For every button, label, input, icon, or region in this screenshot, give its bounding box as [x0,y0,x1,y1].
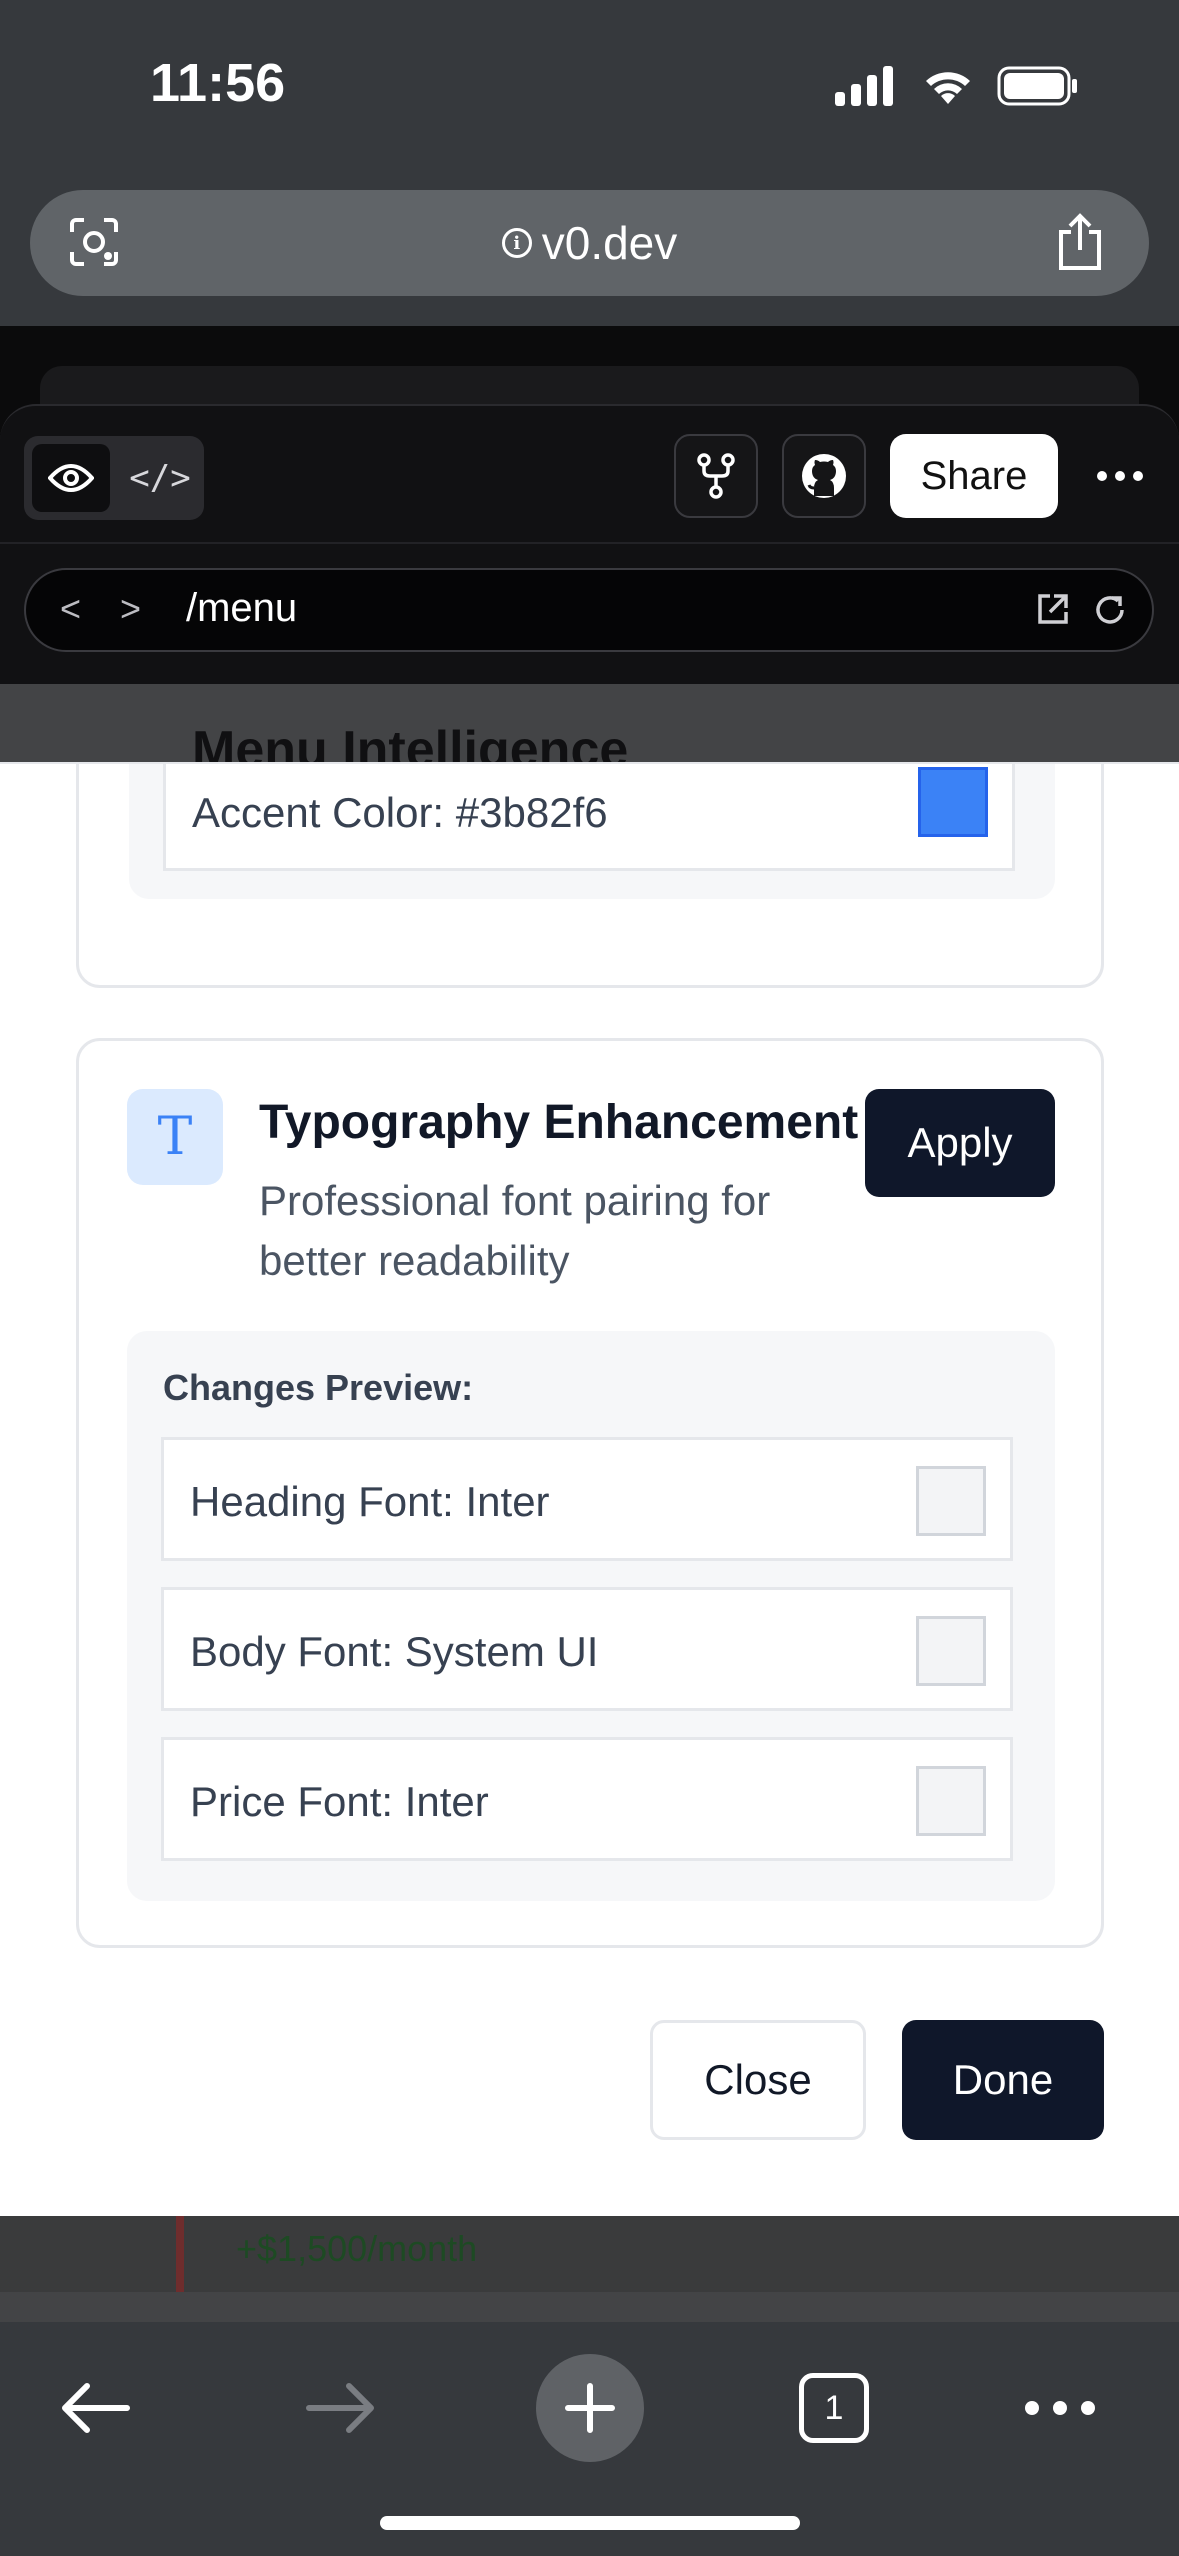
share-button[interactable]: Share [890,434,1058,518]
accent-color-label: Accent Color: #3b82f6 [192,789,608,836]
suggestions-modal: Accent Color: #3b82f6 T Typography Enhan… [0,762,1179,2216]
view-toggle: </> [24,436,204,520]
more-options-icon[interactable] [1080,434,1160,518]
list-item: Body Font: System UI [161,1587,1013,1711]
eye-icon [48,464,94,492]
background-row [0,2216,1179,2292]
done-button[interactable]: Done [902,2020,1104,2140]
more-menu-button[interactable] [1020,2358,1100,2458]
typography-card: T Typography Enhancement Professional fo… [76,1038,1104,1948]
git-fork-icon [697,453,735,499]
arrow-right-icon [306,2383,374,2433]
reload-icon[interactable] [1092,592,1128,628]
route-forward-icon[interactable]: > [120,588,141,630]
github-button[interactable] [782,434,866,518]
forward-button[interactable] [296,2358,386,2458]
route-bar: < > /menu [24,568,1154,652]
card-description: Professional font pairing for better rea… [259,1177,771,1284]
font-swatch [916,1766,986,1836]
accent-color-swatch [918,767,988,837]
info-icon[interactable]: i [501,228,532,258]
changes-preview: Changes Preview: Heading Font: Inter Bod… [127,1331,1055,1901]
home-indicator [380,2516,800,2530]
color-card: Accent Color: #3b82f6 [76,764,1104,988]
ellipsis-icon [1025,2401,1095,2415]
plus-icon [536,2354,644,2462]
route-path[interactable]: /menu [186,586,297,631]
route-back-icon[interactable]: < [60,588,81,630]
heading-font-label: Heading Font: Inter [190,1478,550,1525]
card-title: Typography Enhancement [259,1096,859,1149]
route-row: < > /menu [0,542,1179,684]
tabs-button[interactable]: 1 [798,2358,870,2458]
accent-color-row: Accent Color: #3b82f6 [163,764,1015,871]
close-button[interactable]: Close [650,2020,866,2140]
battery-icon [997,66,1077,106]
apply-button[interactable]: Apply [865,1089,1055,1197]
font-swatch [916,1616,986,1686]
preview-tab[interactable] [32,444,110,512]
arrow-left-icon [62,2383,130,2433]
tab-count: 1 [799,2373,869,2443]
font-swatch [916,1466,986,1536]
revenue-text: +$1,500/month [236,2228,478,2269]
github-icon [802,454,846,498]
cellular-signal-icon [835,66,893,106]
new-tab-button[interactable] [536,2354,644,2462]
typography-icon: T [127,1089,223,1185]
preview-toolbar: </> Share [0,404,1179,542]
fork-button[interactable] [674,434,758,518]
status-icons [835,66,1079,106]
list-item: Heading Font: Inter [161,1437,1013,1561]
address-bar[interactable]: i v0.dev [30,190,1149,296]
list-item: Price Font: Inter [161,1737,1013,1861]
body-font-label: Body Font: System UI [190,1628,599,1675]
status-time: 11:56 [150,53,286,113]
back-button[interactable] [50,2358,140,2458]
wifi-icon [926,72,970,104]
open-external-icon[interactable] [1036,592,1070,626]
status-bar: 11:56 [0,0,1179,170]
code-tab[interactable]: </> [124,444,196,512]
background-card [40,366,1139,406]
share-icon[interactable] [1051,212,1109,272]
price-font-label: Price Font: Inter [190,1778,489,1825]
url-text[interactable]: v0.dev [542,216,678,270]
preview-title: Changes Preview: [163,1367,474,1408]
